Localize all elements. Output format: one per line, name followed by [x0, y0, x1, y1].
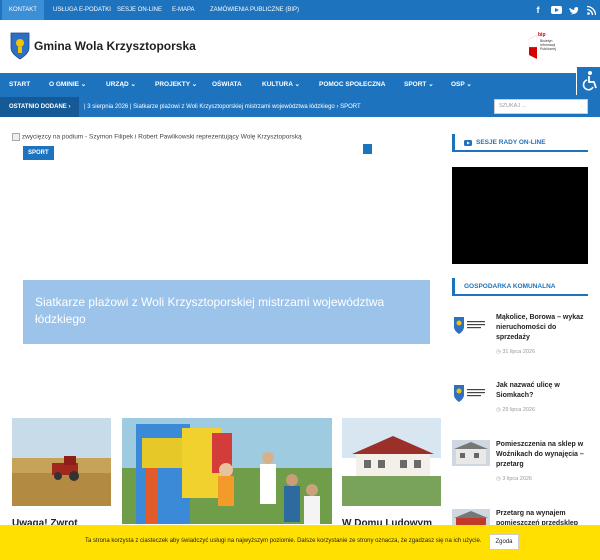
gmina-crest-logo[interactable]: [10, 32, 30, 60]
news-card[interactable]: Uwaga! Zwrot podatku: [12, 418, 111, 540]
utilities-widget-header: GOSPODARKA KOMUNALNA: [452, 278, 588, 296]
nav-kultura[interactable]: KULTURA ⌄: [262, 73, 300, 97]
youtube-icon: [464, 140, 472, 146]
nav-osp[interactable]: OSP ⌄: [451, 73, 472, 97]
search-input[interactable]: SZUKAJ ...: [494, 99, 588, 114]
news-card[interactable]: W Domu Ludowym w: [342, 418, 441, 540]
topbar-link-e-podatki[interactable]: USŁUGA E-PODATKI: [46, 0, 118, 20]
feature-image-alt: zwycięzcy na podium - Szymon Filipek i R…: [12, 133, 302, 141]
nav-start[interactable]: START: [9, 73, 30, 97]
bip-caption: Biuletyn Informacji Publicznej: [540, 39, 556, 51]
news-card[interactable]: [122, 418, 332, 524]
top-bar: KONTAKT USŁUGA E-PODATKI SESJE ON-LINE E…: [0, 0, 600, 20]
card-image[interactable]: [342, 418, 441, 506]
bip-brand: bip: [538, 32, 546, 38]
cookie-accept-button[interactable]: Zgoda: [489, 534, 519, 550]
accessibility-button[interactable]: [576, 67, 600, 95]
main-navigation: START O GMINIE ⌄ URZĄD ⌄ PROJEKTY ⌄ OŚWI…: [0, 73, 600, 97]
slider-indicator[interactable]: [363, 144, 372, 154]
nav-projekty[interactable]: PROJEKTY ⌄: [155, 73, 197, 97]
sidebar-news-item[interactable]: Jak nazwać ulicę w Siomkach? ◷ 29 lipca …: [452, 381, 588, 421]
sessions-title: SESJE RADY ON-LINE: [476, 139, 546, 146]
nav-sport[interactable]: SPORT ⌄: [404, 73, 434, 97]
category-badge[interactable]: SPORT: [23, 146, 54, 160]
nav-urzad[interactable]: URZĄD ⌄: [106, 73, 136, 97]
card-image[interactable]: [12, 418, 111, 506]
feature-image-alt-text: zwycięzcy na podium - Szymon Filipek i R…: [21, 133, 302, 141]
card-image[interactable]: [122, 418, 332, 524]
news-date: ◷ 29 lipca 2026: [496, 407, 536, 413]
news-title[interactable]: Jak nazwać ulicę w Siomkach?: [496, 381, 588, 401]
news-title[interactable]: Mąkolice, Borowa – wykaz nieruchomości d…: [496, 313, 588, 343]
breaking-headline[interactable]: | 3 sierpnia 2026 | Siatkarze plażowi z …: [84, 97, 361, 117]
topbar-link-kontakt[interactable]: KONTAKT: [2, 0, 44, 20]
news-thumbnail[interactable]: [452, 440, 490, 466]
site-name[interactable]: Gmina Wola Krzysztoporska: [34, 39, 196, 53]
news-thumbnail[interactable]: [452, 381, 490, 407]
sidebar-news-item[interactable]: Pomieszczenia na sklep w Woźnikach do wy…: [452, 440, 588, 484]
news-title[interactable]: Pomieszczenia na sklep w Woźnikach do wy…: [496, 440, 588, 470]
breaking-label: OSTATNIO DODANE ›: [0, 97, 80, 117]
nav-pomoc-spoleczna[interactable]: POMOC SPOŁECZNA: [319, 73, 385, 97]
nav-oswiata[interactable]: OŚWIATA: [212, 73, 242, 97]
cookie-text: Ta strona korzysta z ciasteczek aby świa…: [85, 538, 482, 544]
broken-image-icon: [12, 133, 20, 141]
twitter-icon[interactable]: [567, 3, 581, 17]
youtube-icon[interactable]: [549, 3, 563, 17]
facebook-icon[interactable]: f: [531, 3, 545, 17]
topbar-link-zamowienia[interactable]: ZAMÓWIENIA PUBLICZNE (BIP): [203, 0, 306, 20]
wheelchair-icon: [582, 71, 597, 91]
sidebar-news-item[interactable]: Mąkolice, Borowa – wykaz nieruchomości d…: [452, 313, 588, 363]
sessions-widget-header: SESJE RADY ON-LINE: [452, 134, 588, 152]
cookie-banner: Ta strona korzysta z ciasteczek aby świa…: [0, 525, 600, 560]
feature-title[interactable]: Siatkarze plażowi z Woli Krzysztoporskie…: [35, 294, 425, 328]
news-date: ◷ 3 lipca 2026: [496, 476, 532, 482]
feature-title-box[interactable]: Siatkarze plażowi z Woli Krzysztoporskie…: [23, 280, 430, 344]
utilities-title: GOSPODARKA KOMUNALNA: [464, 283, 556, 290]
news-date: ◷ 31 lipca 2026: [496, 349, 536, 355]
topbar-link-sesje[interactable]: SESJE ON-LINE: [110, 0, 169, 20]
topbar-link-e-mapa[interactable]: E-MAPA: [165, 0, 202, 20]
video-player[interactable]: [452, 167, 588, 264]
nav-o-gminie[interactable]: O GMINIE ⌄: [49, 73, 86, 97]
site-header: Gmina Wola Krzysztoporska bip Biuletyn I…: [0, 20, 600, 72]
sidebar-news-item[interactable]: Przetarg na wynajem pomieszczeń przedskl…: [452, 509, 588, 537]
feature-image[interactable]: [12, 133, 442, 399]
news-thumbnail[interactable]: [452, 313, 490, 339]
rss-icon[interactable]: [584, 3, 598, 17]
